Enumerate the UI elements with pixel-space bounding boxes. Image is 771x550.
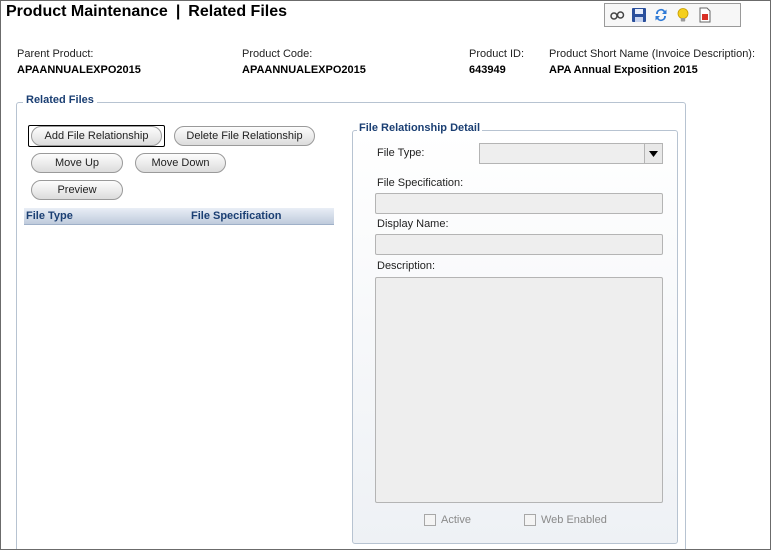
file-type-label: File Type: [377, 147, 425, 159]
page-title: Product Maintenance | Related Files [6, 3, 287, 21]
file-specification-label: File Specification: [377, 177, 464, 189]
delete-file-relationship-button[interactable]: Delete File Relationship [174, 126, 315, 146]
chevron-down-icon[interactable] [644, 144, 662, 163]
web-enabled-checkbox[interactable]: Web Enabled [524, 514, 607, 526]
glasses-icon[interactable] [609, 7, 625, 23]
file-relationship-detail-legend: File Relationship Detail [357, 122, 483, 134]
web-enabled-checkbox-label: Web Enabled [541, 514, 607, 526]
move-up-button[interactable]: Move Up [31, 153, 123, 173]
column-header-file-specification[interactable]: File Specification [191, 210, 281, 222]
display-name-field[interactable] [375, 234, 663, 255]
product-id-label: Product ID: [469, 48, 525, 60]
product-code-label: Product Code: [242, 48, 313, 60]
parent-product-label: Parent Product: [17, 48, 94, 60]
column-header-file-type[interactable]: File Type [26, 210, 73, 222]
short-name-value: APA Annual Exposition 2015 [549, 64, 698, 76]
lightbulb-icon[interactable] [675, 7, 691, 23]
report-icon[interactable] [697, 7, 713, 23]
save-icon[interactable] [631, 7, 647, 23]
title-separator: | [175, 3, 181, 20]
window: Product Maintenance | Related Files Parent… [0, 0, 771, 550]
display-name-label: Display Name: [377, 218, 449, 230]
file-specification-field[interactable] [375, 193, 663, 214]
description-label: Description: [377, 260, 436, 272]
add-file-relationship-button[interactable]: Add File Relationship [31, 126, 162, 146]
refresh-icon[interactable] [653, 7, 669, 23]
related-files-table-body[interactable] [24, 225, 334, 549]
move-down-button[interactable]: Move Down [135, 153, 226, 173]
product-code-value: APAANNUALEXPO2015 [242, 64, 366, 76]
related-files-table-header: File Type File Specification [24, 208, 334, 225]
page-title-main: Product Maintenance [6, 3, 168, 20]
toolbar [604, 3, 741, 27]
preview-button[interactable]: Preview [31, 180, 123, 200]
parent-product-value: APAANNUALEXPO2015 [17, 64, 141, 76]
file-type-select[interactable] [479, 143, 663, 164]
short-name-label: Product Short Name (Invoice Description)… [549, 48, 756, 60]
page-title-sub: Related Files [188, 3, 287, 20]
active-checkbox-box[interactable] [424, 514, 436, 526]
web-enabled-checkbox-box[interactable] [524, 514, 536, 526]
active-checkbox[interactable]: Active [424, 514, 471, 526]
active-checkbox-label: Active [441, 514, 471, 526]
related-files-legend: Related Files [23, 94, 97, 106]
product-id-value: 643949 [469, 64, 506, 76]
description-field[interactable] [375, 277, 663, 503]
